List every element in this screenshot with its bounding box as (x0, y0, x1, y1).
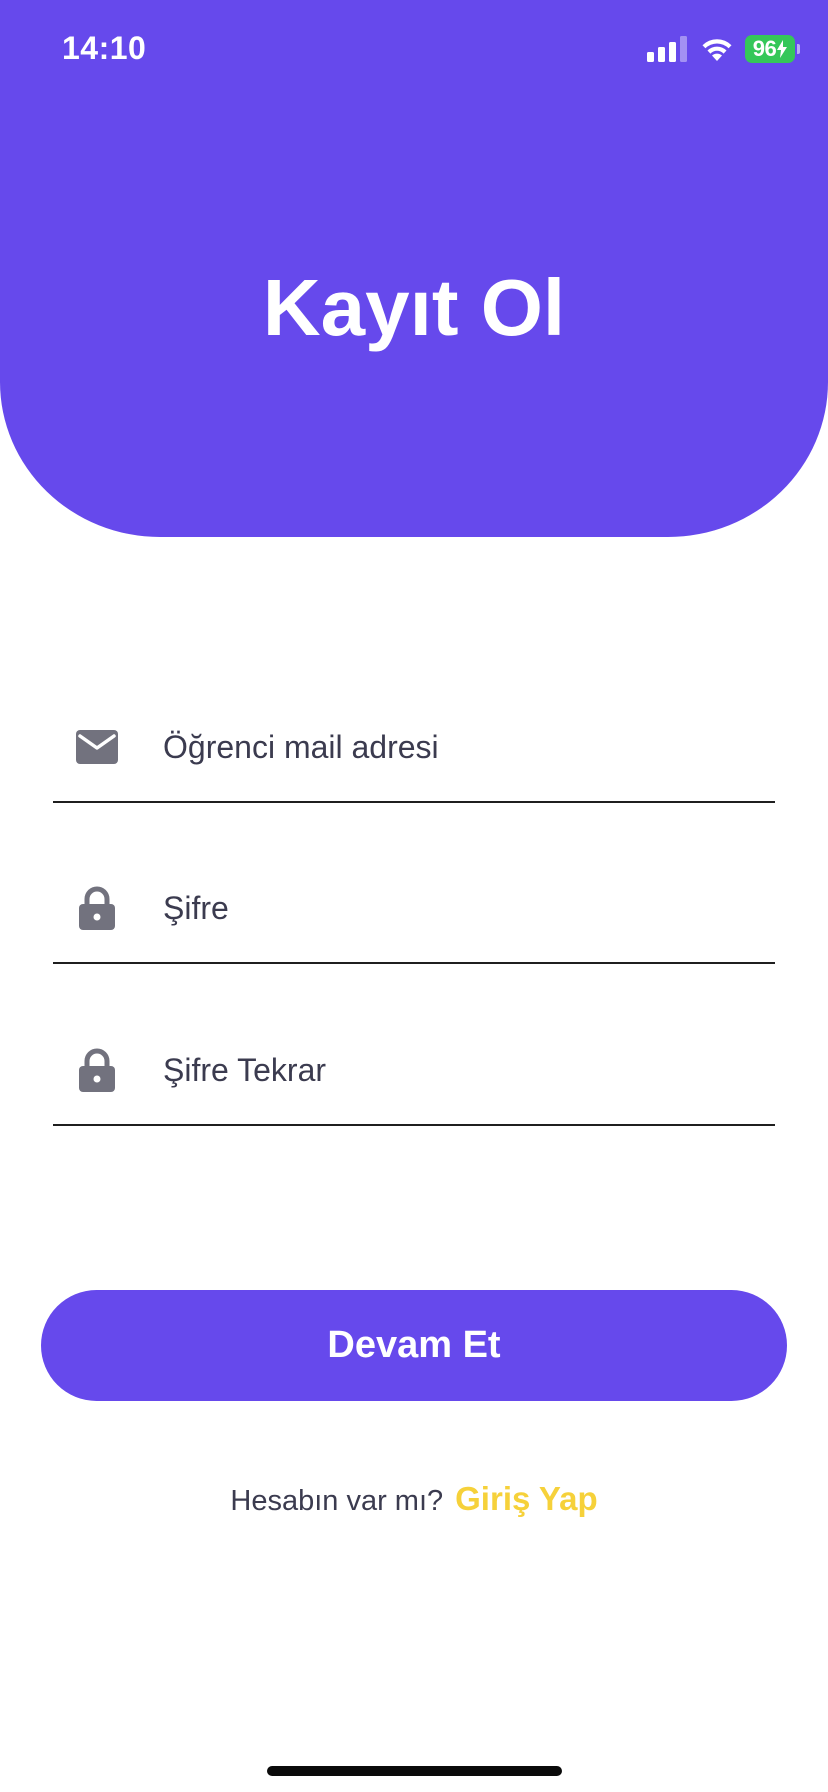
cellular-signal-icon (647, 36, 687, 62)
mail-icon (75, 725, 119, 769)
email-input[interactable] (163, 719, 753, 775)
home-indicator[interactable] (267, 1766, 562, 1776)
charging-bolt-icon (777, 40, 788, 58)
battery-percent: 96 (752, 36, 777, 61)
login-prompt: Hesabın var mı? Giriş Yap (0, 1480, 828, 1518)
email-field[interactable] (53, 703, 775, 803)
battery-icon: 96 (745, 35, 800, 63)
password-input[interactable] (163, 880, 753, 936)
password-field[interactable] (53, 864, 775, 964)
wifi-icon (702, 39, 732, 61)
status-time: 14:10 (62, 30, 147, 66)
lock-icon (75, 1048, 119, 1092)
signup-screen: 14:10 96 Kayıt Ol Öğrenci mail adresi De… (0, 0, 828, 1792)
login-prompt-text: Hesabın var mı? (230, 1485, 444, 1517)
header-banner: 14:10 96 Kayıt Ol (0, 0, 828, 537)
password-repeat-input[interactable] (163, 1042, 753, 1098)
page-title: Kayıt Ol (262, 263, 566, 352)
continue-button[interactable]: Devam Et (41, 1290, 787, 1401)
lock-icon (75, 886, 119, 930)
status-icons: 96 (647, 34, 800, 64)
login-link[interactable]: Giriş Yap (455, 1480, 597, 1518)
password-repeat-field[interactable] (53, 1026, 775, 1126)
status-bar: 14:10 96 (0, 0, 828, 100)
